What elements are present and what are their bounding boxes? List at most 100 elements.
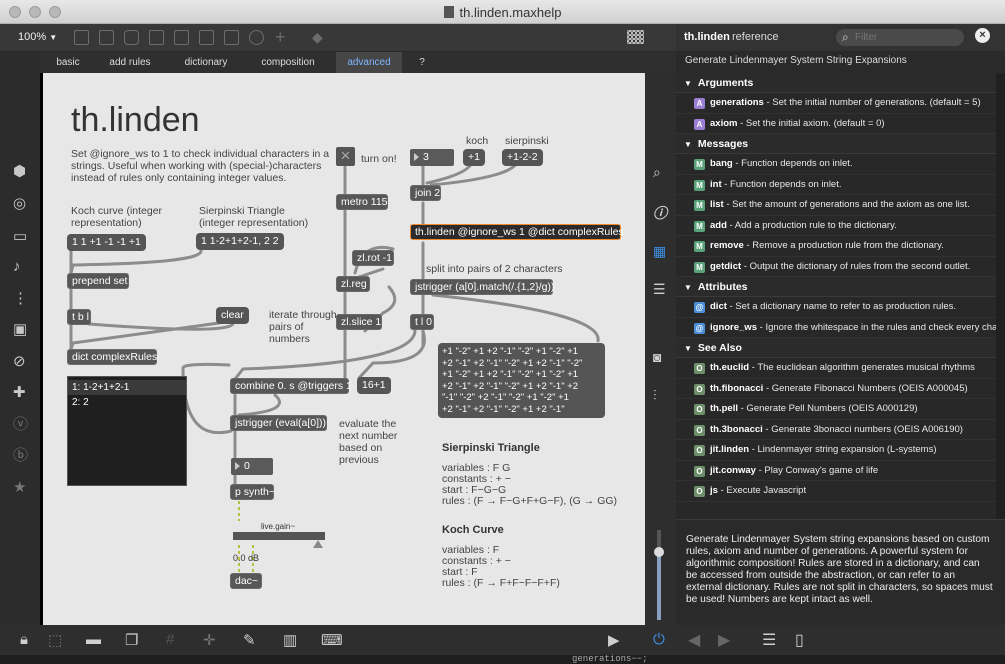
b-circle-icon[interactable]: ⓑ (13, 448, 28, 464)
object-combine[interactable]: combine 0. s @triggers 1 (230, 378, 352, 394)
power-icon[interactable]: ⏻ (653, 631, 665, 648)
select-icon[interactable]: ⬚ (48, 631, 62, 649)
object-trigger[interactable]: t b l (67, 309, 91, 325)
music-note-icon[interactable]: ♪ (13, 259, 21, 275)
plug-icon[interactable]: ✚ (13, 385, 26, 401)
star-icon[interactable]: ★ (13, 480, 26, 496)
object-zl-rot[interactable]: zl.rot -1 (352, 250, 394, 266)
tab-dictionary[interactable]: dictionary (178, 52, 234, 73)
attribute-item[interactable]: @ dict - Set a dictionary name to refer t… (676, 297, 996, 318)
message-item[interactable]: Madd - Add a production rule to the dict… (676, 215, 996, 236)
message-axiom-koch[interactable]: +1 (463, 149, 485, 166)
object-join[interactable]: join 2 (410, 185, 441, 201)
live-gain-slider[interactable] (233, 532, 325, 540)
number-output[interactable]: 0 (231, 458, 273, 475)
windows-icon[interactable]: ❐ (125, 631, 138, 649)
argument-item[interactable]: Aaxiom - Set the initial axiom. (default… (676, 113, 996, 134)
number-generations[interactable]: 3 (410, 149, 454, 166)
list-icon[interactable]: ☰ (653, 281, 666, 298)
tab-add-rules[interactable]: add rules (104, 52, 156, 73)
message-step[interactable]: 16+1 (357, 377, 391, 394)
see-also-item[interactable]: Oth.fibonacci - Generate Fibonacci Numbe… (676, 378, 996, 399)
object-prepend-set[interactable]: prepend set (67, 273, 129, 289)
message-item[interactable]: Mint - Function depends on inlet. (676, 174, 996, 195)
keyboard-icon[interactable]: ⌨ (321, 631, 343, 649)
message-output-display[interactable]: +1 "-2" +1 +2 "-1" "-2" +1 "-2" +1 +2 "-… (438, 343, 605, 418)
tab-basic[interactable]: basic (47, 52, 89, 73)
presentation-icon[interactable] (74, 30, 89, 45)
camera-icon[interactable]: ◙ (653, 349, 661, 365)
window-icon[interactable] (99, 30, 114, 45)
cube-icon[interactable]: ⬢ (13, 164, 26, 180)
play-box-icon[interactable] (199, 30, 214, 45)
minus-box-icon[interactable] (224, 30, 239, 45)
mixer-icon[interactable]: ⫶ (653, 387, 657, 404)
reference-scrollbar[interactable] (996, 73, 1005, 519)
volume-slider[interactable] (652, 530, 666, 620)
object-dict[interactable]: dict complexRules (67, 349, 157, 365)
grid-icon[interactable] (627, 30, 644, 44)
message-sierpinski-integers[interactable]: 1 1-2+1+2-1, 2 2 (196, 233, 284, 250)
gain-handle-icon[interactable] (313, 540, 323, 548)
see-also-item[interactable]: Oth.3bonacci - Generate 3bonacci numbers… (676, 419, 996, 440)
tab-composition[interactable]: composition (256, 52, 320, 73)
dict-view[interactable]: 1: 1-2+1+2-1 2: 2 (67, 376, 187, 486)
object-trigger-list[interactable]: t l 0 (410, 314, 434, 330)
section-attributes[interactable]: ▼ Attributes (676, 277, 996, 297)
see-also-item[interactable]: Ojit.linden - Lindenmayer string expansi… (676, 440, 996, 461)
dict-line[interactable]: 1: 1-2+1+2-1 (68, 380, 186, 395)
step-icon[interactable]: ⋮ (13, 291, 28, 307)
forward-icon[interactable]: ▶ (718, 630, 730, 650)
filter-input[interactable] (855, 31, 955, 44)
zoom-menu[interactable]: 100% ▼ (18, 31, 57, 43)
close-icon[interactable]: × (975, 28, 990, 43)
play-icon[interactable]: ▶ (608, 631, 620, 649)
object-zl-slice[interactable]: zl.slice 1 (336, 314, 382, 330)
clear-button[interactable]: clear (216, 307, 249, 324)
lock-icon[interactable]: 🔒︎ (20, 631, 28, 648)
info-icon[interactable]: ⓘ (653, 203, 667, 223)
v-circle-icon[interactable]: ⓥ (13, 417, 28, 433)
add-icon[interactable]: + (275, 27, 286, 48)
object-jstrigger-split[interactable]: jstrigger (a[0].match(/.{1,2}/g)) (410, 279, 554, 295)
message-item[interactable]: Mlist - Set the amount of generations an… (676, 195, 996, 216)
see-also-item[interactable]: Oth.euclid - The euclidean algorithm gen… (676, 358, 996, 379)
paint-icon[interactable]: ◆ (312, 29, 323, 46)
see-also-item[interactable]: Ojit.conway - Play Conway's game of life (676, 460, 996, 481)
wrench-icon[interactable]: ✎ (243, 631, 256, 649)
message-koch-integers[interactable]: 1 1 +1 -1 -1 +1 (67, 234, 146, 251)
dict-line[interactable]: 2: 2 (72, 395, 182, 410)
piano-icon[interactable]: ▥ (283, 631, 297, 649)
paperclip-icon[interactable]: ⊘ (13, 354, 26, 370)
target-icon[interactable]: ◎ (13, 196, 26, 212)
back-icon[interactable]: ◀ (688, 630, 700, 650)
tab-advanced[interactable]: advanced (336, 52, 402, 73)
search-icon[interactable]: ⌕ (653, 164, 661, 181)
object-zl-reg[interactable]: zl.reg (336, 276, 370, 292)
reference-icon[interactable]: ▦ (653, 243, 666, 260)
attribute-item[interactable]: @ ignore_ws - Ignore the whitespace in th… (676, 317, 996, 338)
dial-icon[interactable] (249, 30, 264, 45)
tab-help[interactable]: ? (412, 52, 432, 73)
record-box-icon[interactable] (174, 30, 189, 45)
page-icon[interactable]: ▯ (795, 630, 804, 650)
comment-icon[interactable] (124, 30, 139, 45)
filter-box[interactable]: ⌕ (836, 29, 964, 46)
message-axiom-sierpinski[interactable]: +1-2-2 (502, 149, 543, 166)
toggle-button[interactable]: × (336, 147, 355, 166)
object-th-linden[interactable]: th.linden @ignore_ws 1 @dict complexRule… (410, 224, 624, 240)
section-see-also[interactable]: ▼ See Also (676, 338, 996, 358)
object-metro[interactable]: metro 115 (336, 194, 388, 210)
section-messages[interactable]: ▼ Messages (676, 134, 996, 154)
object-dac[interactable]: dac~ (230, 573, 262, 589)
x-box-icon[interactable] (149, 30, 164, 45)
object-p-synth[interactable]: p synth~ (230, 484, 275, 500)
message-item[interactable]: Mgetdict - Output the dictionary of rule… (676, 256, 996, 277)
object-jstrigger-eval[interactable]: jstrigger (eval(a[0])) (230, 415, 327, 431)
presentation-icon[interactable]: ▬ (86, 631, 101, 648)
ticket-icon[interactable]: ▭ (13, 229, 27, 245)
snap-icon[interactable]: ✛ (203, 631, 216, 649)
grid-icon[interactable]: # (166, 631, 174, 648)
see-also-item[interactable]: Ojs - Execute Javascript (676, 481, 996, 502)
message-item[interactable]: Mbang - Function depends on inlet. (676, 154, 996, 175)
